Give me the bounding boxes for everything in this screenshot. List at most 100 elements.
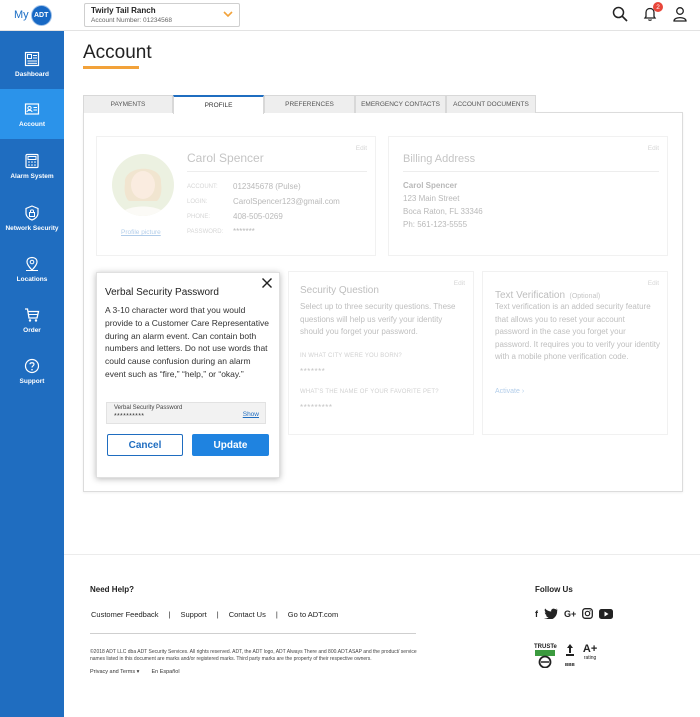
footer-links: Customer Feedback | Support | Contact Us… xyxy=(91,610,338,619)
sidebar-item-locations[interactable]: Locations xyxy=(0,244,64,294)
link-separator: | xyxy=(168,610,171,619)
security-question-description: Select up to three security questions. T… xyxy=(300,302,456,336)
verbal-password-label: Verbal Security Password xyxy=(114,405,183,411)
question-icon xyxy=(24,358,40,373)
verbal-password-value: ********** xyxy=(114,413,145,420)
tab-preferences[interactable]: PREFERENCES xyxy=(264,95,355,113)
text-verification-panel: Edit Text Verification (Optional) Text v… xyxy=(482,271,668,435)
espanol-link[interactable]: En Español xyxy=(151,669,179,675)
notification-count-badge: 2 xyxy=(653,2,663,12)
account-name: Twirly Tail Ranch xyxy=(91,6,156,15)
verbal-password-field[interactable]: Verbal Security Password ********** Show xyxy=(106,402,266,424)
tab-account-documents[interactable]: ACCOUNT DOCUMENTS xyxy=(446,95,536,113)
trust-badges: TRUSTe BBB A+ rating xyxy=(534,644,597,670)
profile-edit-link[interactable]: Edit xyxy=(356,145,367,152)
security-answer-1: ******* xyxy=(300,367,326,376)
support-link[interactable]: Support xyxy=(180,610,206,619)
twitter-icon[interactable] xyxy=(544,608,558,619)
billing-city: Boca Raton, FL 33346 xyxy=(403,207,483,216)
sidebar-item-label: Dashboard xyxy=(15,70,49,78)
close-icon[interactable] xyxy=(261,277,273,289)
youtube-icon[interactable] xyxy=(599,608,614,619)
text-verification-title: Text Verification xyxy=(495,290,566,301)
sidebar-item-support[interactable]: Support xyxy=(0,346,64,396)
sidebar-item-label: Alarm System xyxy=(10,172,54,180)
text-verification-optional: (Optional) xyxy=(569,293,601,300)
notifications-button[interactable]: 2 xyxy=(642,2,663,22)
account-card-icon xyxy=(24,102,40,115)
security-question-edit-link[interactable]: Edit xyxy=(454,280,465,287)
bbb-label: BBB xyxy=(565,662,575,667)
lock-shield-icon xyxy=(25,204,39,221)
alarm-keypad-icon xyxy=(25,153,39,168)
profile-panel: Edit Profile picture Carol Spencer ACCOU… xyxy=(96,136,376,256)
truste-badge[interactable]: TRUSTe xyxy=(534,644,557,670)
tab-profile[interactable]: PROFILE xyxy=(173,95,264,114)
profile-picture-link[interactable]: Profile picture xyxy=(121,229,161,236)
need-help-heading: Need Help? xyxy=(90,585,135,594)
billing-name: Carol Spencer xyxy=(403,181,458,190)
chevron-down-icon xyxy=(223,11,233,18)
instagram-icon[interactable] xyxy=(582,608,594,619)
divider xyxy=(187,171,367,172)
sidebar-item-alarm-system[interactable]: Alarm System xyxy=(0,141,64,191)
sidebar-item-label: Account xyxy=(19,120,45,128)
bbb-badge[interactable]: BBB xyxy=(565,644,575,667)
facebook-icon[interactable]: f xyxy=(535,609,538,619)
profile-photo-avatar xyxy=(112,154,174,216)
security-question-panel: Edit Security Question Select up to thre… xyxy=(288,271,474,435)
logo-my-text: My xyxy=(14,9,29,21)
text-verification-edit-link[interactable]: Edit xyxy=(648,280,659,287)
show-password-link[interactable]: Show xyxy=(243,411,259,418)
cancel-button[interactable]: Cancel xyxy=(107,434,183,456)
activate-link[interactable]: Activate › xyxy=(495,388,524,395)
customer-feedback-link[interactable]: Customer Feedback xyxy=(91,610,159,619)
rating-grade: A+ xyxy=(582,643,598,655)
billing-street: 123 Main Street xyxy=(403,194,460,203)
text-verification-description: Text verification is an added security f… xyxy=(495,302,660,361)
google-plus-icon[interactable]: G+ xyxy=(564,609,576,619)
social-links: f G+ xyxy=(535,608,614,619)
rating-label: rating xyxy=(583,655,597,661)
contact-us-link[interactable]: Contact Us xyxy=(229,610,266,619)
security-question-1-label: IN WHAT CITY WERE YOU BORN? xyxy=(300,353,402,359)
account-field-row: ACCOUNT: 012345678 (Pulse) xyxy=(187,182,301,191)
a-plus-rating-badge[interactable]: A+ rating xyxy=(582,643,598,662)
sidebar-item-order[interactable]: Order xyxy=(0,295,64,345)
billing-title: Billing Address xyxy=(403,153,476,165)
billing-edit-link[interactable]: Edit xyxy=(648,145,659,152)
privacy-terms-link[interactable]: Privacy and Terms ▾ xyxy=(90,669,139,675)
login-field-row: LOGIN: CarolSpencer123@gmail.com xyxy=(187,197,340,206)
user-profile-icon[interactable] xyxy=(672,6,688,22)
account-selector[interactable]: Twirly Tail Ranch Account Number: 012345… xyxy=(84,3,240,27)
verbal-password-popup: Verbal Security Password A 3-10 characte… xyxy=(96,272,280,478)
password-field-row: PASSWORD: ******* xyxy=(187,227,255,236)
top-bar: My ADT Twirly Tail Ranch Account Number:… xyxy=(0,0,700,31)
myadt-logo[interactable]: My ADT xyxy=(14,4,52,26)
tab-emergency-contacts[interactable]: EMERGENCY CONTACTS xyxy=(355,95,446,113)
sidebar-item-dashboard[interactable]: Dashboard xyxy=(0,39,64,89)
sidebar-item-network-security[interactable]: Network Security xyxy=(0,193,64,243)
account-tabs: PAYMENTS PROFILE PREFERENCES EMERGENCY C… xyxy=(83,95,536,114)
link-separator: | xyxy=(275,610,278,619)
sidebar-item-account[interactable]: Account xyxy=(0,89,64,139)
security-question-2-label: WHAT'S THE NAME OF YOUR FAVORITE PET? xyxy=(300,389,439,395)
follow-us-heading: Follow Us xyxy=(535,585,573,594)
billing-panel: Edit Billing Address Carol Spencer 123 M… xyxy=(388,136,668,256)
security-question-title: Security Question xyxy=(300,285,379,296)
footer-divider xyxy=(90,633,416,634)
truste-logo-icon xyxy=(535,650,556,669)
dashboard-icon xyxy=(24,51,40,66)
sidebar-item-label: Support xyxy=(19,377,45,385)
popup-description: A 3-10 character word that you would pro… xyxy=(105,305,269,379)
adt-logo-badge: ADT xyxy=(30,4,52,26)
account-number: Account Number: 01234568 xyxy=(91,17,172,24)
location-pin-icon xyxy=(26,256,38,271)
tab-payments[interactable]: PAYMENTS xyxy=(83,95,173,113)
update-button[interactable]: Update xyxy=(192,434,269,456)
page-title: Account xyxy=(83,42,152,63)
go-to-adt-link[interactable]: Go to ADT.com xyxy=(288,610,338,619)
divider xyxy=(403,171,659,172)
footer: Need Help? Customer Feedback | Support |… xyxy=(64,554,700,717)
search-icon[interactable] xyxy=(612,6,628,22)
